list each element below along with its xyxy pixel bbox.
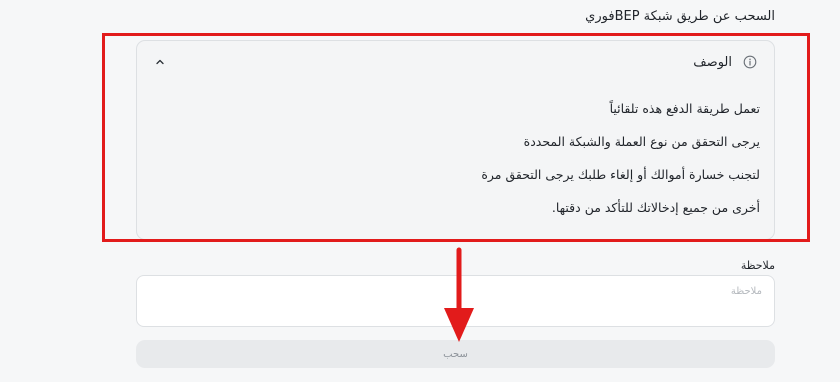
chevron-up-icon[interactable] <box>154 56 166 68</box>
note-label: ملاحظة <box>740 259 775 272</box>
description-line: لتجنب خسارة أموالك أو إلغاء طلبك يرجى ال… <box>481 167 760 182</box>
description-line: يرجى التحقق من نوع العملة والشبكة المحدد… <box>523 134 760 149</box>
page-title: السحب عن طريق شبكة BEPفوري <box>585 9 775 24</box>
description-line: تعمل طريقة الدفع هذه تلقائياً <box>609 101 760 116</box>
withdraw-button[interactable]: سحب <box>136 340 775 368</box>
description-line: أخرى من جميع إدخالاتك للتأكد من دقتها. <box>551 200 760 215</box>
info-icon <box>743 55 757 69</box>
description-panel: الوصف تعمل طريقة الدفع هذه تلقائياً يرجى… <box>136 40 775 240</box>
description-header[interactable]: الوصف <box>137 41 774 85</box>
note-field[interactable] <box>136 275 775 327</box>
description-title: الوصف <box>693 55 732 70</box>
